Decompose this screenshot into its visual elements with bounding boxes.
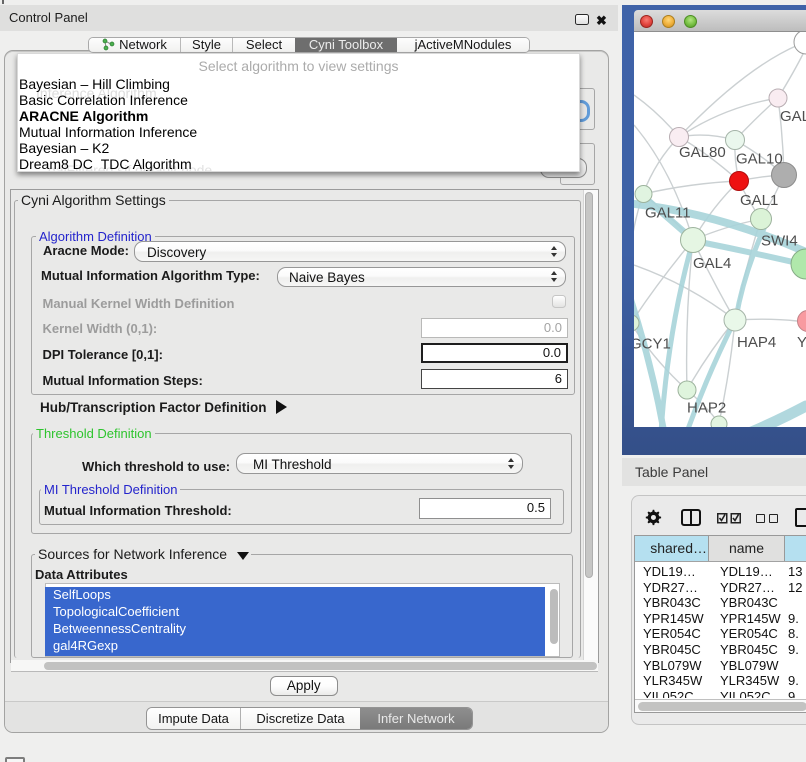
svg-text:HAP4: HAP4 [737,334,776,351]
svg-text:GAL1: GAL1 [740,192,778,209]
svg-text:HAP2: HAP2 [687,400,726,417]
svg-text:GAL2: GAL2 [780,108,806,125]
svg-text:GAL4: GAL4 [693,255,731,272]
svg-text:GAL11: GAL11 [645,205,691,222]
svg-text:GAL10: GAL10 [736,151,783,168]
svg-text:Y: Y [797,334,806,351]
svg-text:SWI4: SWI4 [761,233,798,250]
svg-text:GCY1: GCY1 [634,336,671,353]
svg-text:GAL80: GAL80 [679,144,726,161]
